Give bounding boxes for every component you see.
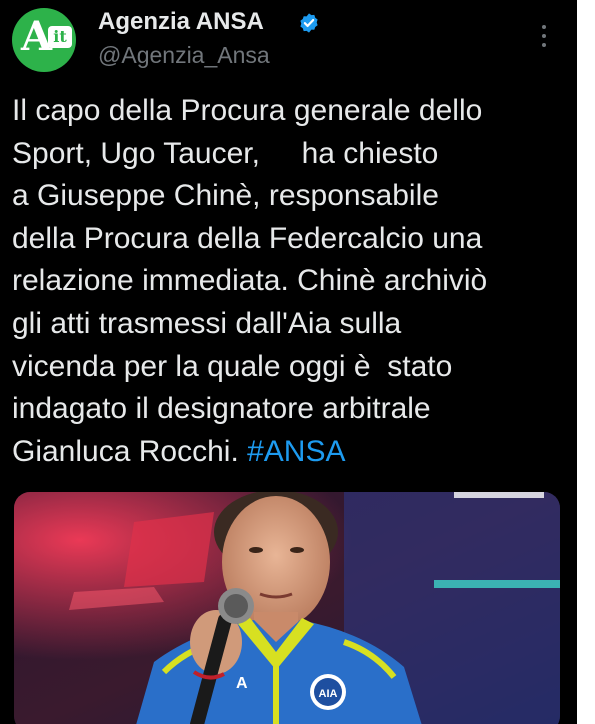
- tweet-text-line: Il capo della Procura generale dello: [12, 94, 483, 127]
- tweet-text-tail: Gianluca Rocchi.: [12, 434, 248, 468]
- tweet-text-line-last: Gianluca Rocchi. #ANSA: [12, 431, 567, 474]
- more-vertical-icon[interactable]: [532, 20, 556, 52]
- avatar-badge: it: [48, 26, 72, 48]
- tweet-text-line: della Procura della Federcalcio una: [12, 221, 483, 255]
- page-margin: [577, 0, 595, 724]
- verified-badge-icon: [300, 13, 318, 33]
- avatar[interactable]: A it: [12, 8, 76, 72]
- jacket-badge-text: AIA: [319, 688, 338, 700]
- display-name[interactable]: Agenzia ANSA: [98, 6, 264, 38]
- tweet-text-line: indagato il designatore arbitrale: [12, 392, 431, 426]
- tweet-media-image[interactable]: AIA A: [14, 492, 560, 724]
- referee-photo: AIA A: [14, 492, 560, 724]
- tweet-text-line: gli atti trasmessi dall'Aia sulla: [12, 306, 402, 340]
- tweet-card: A it Agenzia ANSA @Agenzia_Ansa Il capo …: [0, 0, 577, 724]
- hashtag-link[interactable]: #ANSA: [247, 435, 345, 468]
- tweet-text: Il capo della Procura generale dello Spo…: [12, 90, 567, 473]
- tweet-text-line: vicenda per la quale oggi è stato: [12, 349, 453, 383]
- tweet-text-line: a Giuseppe Chinè, responsabile: [12, 179, 439, 213]
- tweet-text-line: Sport, Ugo Taucer, ha chiesto: [12, 136, 439, 170]
- tweet-text-line: relazione immediata. Chinè archiviò: [12, 264, 488, 298]
- jacket-text: A: [236, 675, 248, 692]
- user-handle[interactable]: @Agenzia_Ansa: [98, 40, 270, 70]
